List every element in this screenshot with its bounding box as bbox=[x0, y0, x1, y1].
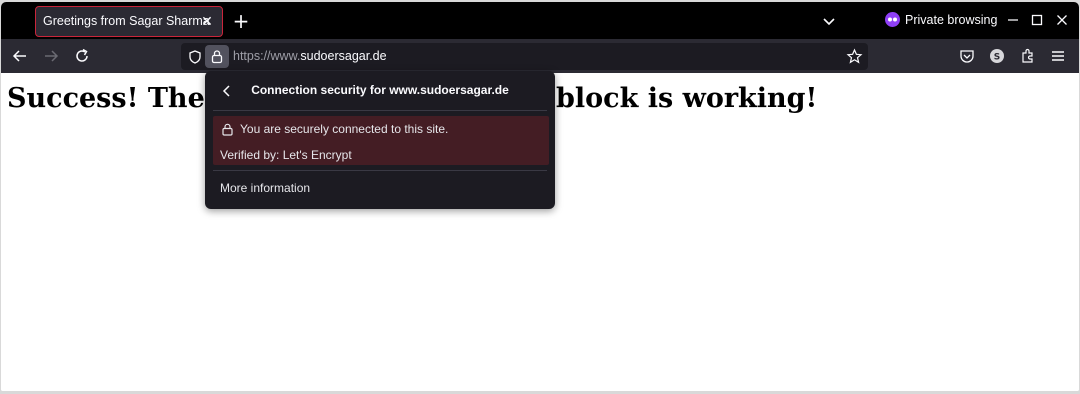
reload-icon[interactable] bbox=[73, 47, 91, 65]
shield-icon[interactable] bbox=[187, 49, 203, 65]
window-close-icon[interactable] bbox=[1053, 11, 1071, 29]
arrow-left-icon[interactable] bbox=[11, 47, 29, 65]
private-browsing-indicator: Private browsing bbox=[885, 12, 997, 27]
maximize-icon[interactable] bbox=[1028, 11, 1046, 29]
panel-divider bbox=[213, 170, 547, 171]
panel-divider bbox=[213, 110, 547, 111]
lock-icon bbox=[222, 123, 233, 136]
browser-window: Greetings from Sagar Sharma ✕ + Private … bbox=[1, 2, 1079, 391]
url-text[interactable]: https://www.sudoersagar.de bbox=[233, 49, 387, 63]
tab-title: Greetings from Sagar Sharma bbox=[43, 14, 210, 28]
new-tab-button[interactable]: + bbox=[230, 10, 252, 32]
bookmark-star-icon[interactable] bbox=[846, 48, 863, 65]
tab-active[interactable]: Greetings from Sagar Sharma ✕ bbox=[35, 6, 223, 37]
account-initial: S bbox=[994, 53, 1000, 63]
minimize-icon[interactable] bbox=[1004, 11, 1022, 29]
tab-strip: Greetings from Sagar Sharma ✕ + Private … bbox=[1, 2, 1079, 39]
site-security-button[interactable] bbox=[205, 45, 229, 68]
verified-by-text: Verified by: Let's Encrypt bbox=[220, 148, 352, 162]
navigation-toolbar: https://www.sudoersagar.de S bbox=[1, 39, 1079, 73]
url-host: sudoersagar.de bbox=[300, 49, 387, 63]
secure-connection-section: You are securely connected to this site.… bbox=[213, 116, 549, 165]
mask-icon bbox=[885, 12, 900, 27]
extensions-icon[interactable] bbox=[1019, 47, 1037, 65]
address-bar[interactable]: https://www.sudoersagar.de bbox=[181, 43, 868, 70]
lock-icon bbox=[211, 50, 223, 64]
secure-connection-text: You are securely connected to this site. bbox=[240, 122, 449, 136]
panel-title: Connection security for www.sudoersagar.… bbox=[251, 83, 509, 97]
url-scheme: https://www. bbox=[233, 49, 301, 63]
account-icon[interactable]: S bbox=[988, 47, 1006, 65]
chevron-down-icon[interactable] bbox=[819, 11, 839, 31]
arrow-right-icon[interactable] bbox=[42, 47, 60, 65]
private-browsing-label: Private browsing bbox=[905, 12, 998, 27]
connection-security-panel: Connection security for www.sudoersagar.… bbox=[205, 71, 555, 209]
tab-close-icon[interactable]: ✕ bbox=[198, 13, 216, 31]
pocket-icon[interactable] bbox=[958, 47, 976, 65]
more-information-button[interactable]: More information bbox=[220, 181, 310, 195]
menu-icon[interactable] bbox=[1049, 47, 1067, 65]
